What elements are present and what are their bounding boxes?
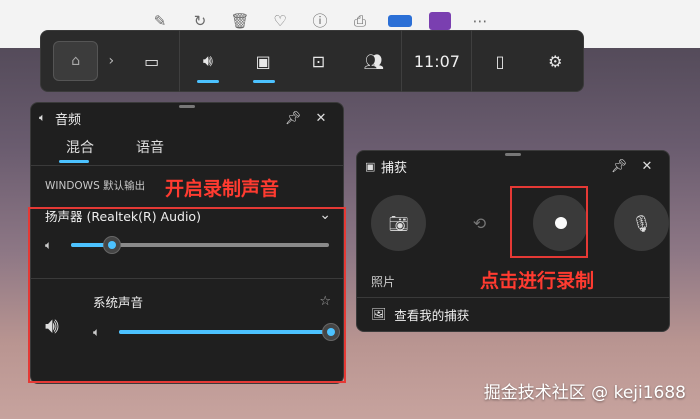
game-bar: ⌂ › ▭ 🔊︎ ▣ ⊡ 👥︎ 11:07 ▯ ⚙ xyxy=(40,30,584,92)
camera-icon: 📷︎ xyxy=(388,213,409,233)
capture-icon: ▣ xyxy=(255,51,271,71)
tab-voice[interactable]: 语音 xyxy=(115,133,185,165)
pin-icon: 📌︎ xyxy=(610,158,628,174)
mouse-icon: ▯ xyxy=(495,51,505,71)
audio-tabs: 混合 语音 xyxy=(31,133,343,165)
performance-widget-button[interactable]: ⊡ xyxy=(291,30,346,92)
capture-icon: ▣ xyxy=(365,159,376,173)
speaker-icon: 🔈︎ xyxy=(39,111,46,124)
settings-button[interactable]: ⚙ xyxy=(528,30,583,92)
microphone-icon: 🎙︎ xyxy=(631,213,652,233)
close-button[interactable]: ✕ xyxy=(307,111,335,126)
highlight-box-audio xyxy=(28,207,346,383)
pin-button[interactable]: 📌︎ xyxy=(279,111,307,126)
performance-icon: ⊡ xyxy=(311,51,326,71)
home-button[interactable]: ⌂ xyxy=(53,41,99,81)
highlight-box-record xyxy=(510,186,588,258)
audio-widget-button[interactable]: 🔊︎ xyxy=(180,30,235,92)
record-last-button: ⟲ xyxy=(452,195,507,251)
expand-chevron-icon[interactable]: › xyxy=(98,53,124,69)
people-icon: 👥︎ xyxy=(363,51,384,71)
speaker-icon: 🔊︎ xyxy=(202,51,213,70)
widget-layout-icon: ▭ xyxy=(144,51,160,71)
drag-handle[interactable] xyxy=(505,153,521,156)
view-captures-label: 查看我的捕获 xyxy=(394,307,470,323)
panel-title: 音频 xyxy=(55,112,82,128)
gallery-icon: 🖼︎ xyxy=(371,307,387,321)
tab-mix[interactable]: 混合 xyxy=(45,133,115,165)
clock: 11:07 xyxy=(413,51,460,71)
capture-widget-button[interactable]: ▣ xyxy=(236,30,291,92)
close-button[interactable]: ✕ xyxy=(633,159,661,174)
home-icon: ⌂ xyxy=(71,53,81,69)
close-icon: ✕ xyxy=(315,110,327,126)
mouse-button[interactable]: ▯ xyxy=(472,30,527,92)
pin-button[interactable]: 📌︎ xyxy=(605,159,633,174)
watermark: 掘金技术社区 @ keji1688 xyxy=(483,383,686,403)
panel-title: 捕获 xyxy=(381,160,408,176)
annotation-click-record: 点击进行录制 xyxy=(480,270,595,292)
close-icon: ✕ xyxy=(641,158,653,174)
view-captures-link[interactable]: 🖼︎ 查看我的捕获 xyxy=(357,298,669,330)
screenshot-button[interactable]: 📷︎ xyxy=(371,195,426,251)
widget-menu-button[interactable]: ▭ xyxy=(124,30,179,92)
annotation-enable-audio: 开启录制声音 xyxy=(165,178,280,200)
drag-handle[interactable] xyxy=(179,105,195,108)
social-widget-button[interactable]: 👥︎ xyxy=(346,30,401,92)
microphone-button[interactable]: 🎙︎ xyxy=(614,195,669,251)
replay-icon: ⟲ xyxy=(472,213,487,233)
gear-icon: ⚙ xyxy=(548,51,563,71)
pin-icon: 📌︎ xyxy=(284,110,302,126)
